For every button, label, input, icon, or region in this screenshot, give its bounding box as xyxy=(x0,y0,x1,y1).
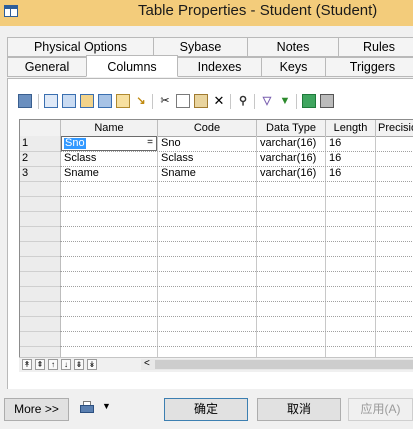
toolbar-separator xyxy=(152,94,153,109)
properties-icon[interactable] xyxy=(18,94,32,108)
length-cell[interactable]: 16 xyxy=(326,151,375,166)
columns-toolbar: ↘ ✂ ✕ ⚲ ▽ ▼ xyxy=(14,93,413,111)
edit-properties-button[interactable]: = xyxy=(145,138,155,149)
tab-notes[interactable]: Notes xyxy=(247,37,339,57)
scrollbar-thumb[interactable] xyxy=(155,360,413,369)
code-cell[interactable]: Sname xyxy=(158,166,256,181)
move-to-bottom-button[interactable]: ↡ xyxy=(87,359,97,370)
header-data-type[interactable]: Data Type xyxy=(257,120,326,136)
key-icon[interactable]: ↘ xyxy=(134,94,148,108)
length-cell[interactable]: 16 xyxy=(326,136,375,151)
tab-row-2: General Columns Indexes Keys Triggers xyxy=(0,55,413,77)
cancel-button[interactable]: 取消 xyxy=(257,398,341,421)
row-number-column: 1 2 3 xyxy=(20,136,61,357)
more-button[interactable]: More >> xyxy=(4,398,69,421)
add-attributes-icon[interactable] xyxy=(98,94,112,108)
tab-sybase[interactable]: Sybase xyxy=(153,37,248,57)
name-cell[interactable]: Sname xyxy=(61,166,157,181)
scroll-left-arrow[interactable]: < xyxy=(144,358,150,369)
toolbar-separator xyxy=(38,94,39,109)
header-code[interactable]: Code xyxy=(158,120,257,136)
find-icon[interactable]: ⚲ xyxy=(236,94,250,108)
move-to-top-button[interactable]: ↟ xyxy=(22,359,32,370)
tab-columns[interactable]: Columns xyxy=(86,55,178,77)
header-precision[interactable]: Precisio xyxy=(376,120,413,136)
horizontal-scrollbar[interactable]: < xyxy=(141,358,413,370)
page-up-button[interactable]: ⇞ xyxy=(35,359,45,370)
datatype-cell[interactable]: varchar(16) xyxy=(257,166,325,181)
header-length[interactable]: Length xyxy=(326,120,376,136)
tab-general[interactable]: General xyxy=(7,57,87,77)
insert-row-icon[interactable] xyxy=(44,94,58,108)
grid-header: Name Code Data Type Length Precisio xyxy=(20,120,413,137)
datatype-cell[interactable]: varchar(16) xyxy=(257,136,325,151)
code-cell[interactable]: Sclass xyxy=(158,151,256,166)
name-cell-editor[interactable]: Sno = xyxy=(61,136,157,151)
code-cell[interactable]: Sno xyxy=(158,136,256,151)
chevron-down-icon[interactable]: ▼ xyxy=(102,401,111,411)
apply-button[interactable]: 应用(A) xyxy=(348,398,413,421)
print-dropdown-icon[interactable] xyxy=(80,401,96,415)
toolbar-separator xyxy=(296,94,297,109)
move-down-button[interactable]: ↓ xyxy=(61,359,71,370)
page-down-button[interactable]: ⇟ xyxy=(74,359,84,370)
reuse-icon[interactable] xyxy=(116,94,130,108)
filter-clear-icon[interactable]: ▼ xyxy=(278,94,292,108)
tab-physical-options[interactable]: Physical Options xyxy=(7,37,154,57)
print-icon[interactable] xyxy=(320,94,334,108)
header-row-number xyxy=(20,120,61,136)
name-cell[interactable]: Sclass xyxy=(61,151,157,166)
tab-indexes[interactable]: Indexes xyxy=(177,57,262,77)
tab-keys[interactable]: Keys xyxy=(261,57,326,77)
add-row-icon[interactable] xyxy=(62,94,76,108)
row-number[interactable]: 3 xyxy=(22,166,58,181)
toolbar-separator xyxy=(230,94,231,109)
filter-icon[interactable]: ▽ xyxy=(260,94,274,108)
column-divider xyxy=(375,136,376,357)
title-bar: Table Properties - Student (Student) xyxy=(0,0,413,26)
export-excel-icon[interactable] xyxy=(302,94,316,108)
paste-icon[interactable] xyxy=(194,94,208,108)
row-number[interactable]: 1 xyxy=(22,136,58,151)
datatype-cell[interactable]: varchar(16) xyxy=(257,151,325,166)
length-cell[interactable]: 16 xyxy=(326,166,375,181)
row-number[interactable]: 2 xyxy=(22,151,58,166)
tab-rules[interactable]: Rules xyxy=(338,37,413,57)
toolbar-separator xyxy=(254,94,255,109)
window-title: Table Properties - Student (Student) xyxy=(138,2,378,19)
header-name[interactable]: Name xyxy=(61,120,158,136)
table-icon xyxy=(4,5,18,17)
add-columns-icon[interactable] xyxy=(80,94,94,108)
cut-icon[interactable]: ✂ xyxy=(158,94,172,108)
tab-triggers[interactable]: Triggers xyxy=(325,57,413,77)
copy-icon[interactable] xyxy=(176,94,190,108)
tab-row-1: Physical Options Sybase Notes Rules xyxy=(0,37,413,57)
columns-grid: Name Code Data Type Length Precisio 1 2 … xyxy=(19,119,413,358)
grid-navigation-bar: ↟ ⇞ ↑ ↓ ⇟ ↡ < xyxy=(19,357,413,372)
name-cell-selected-text[interactable]: Sno xyxy=(64,138,86,149)
ok-button[interactable]: 确定 xyxy=(164,398,248,421)
delete-icon[interactable]: ✕ xyxy=(212,94,226,108)
move-up-button[interactable]: ↑ xyxy=(48,359,58,370)
